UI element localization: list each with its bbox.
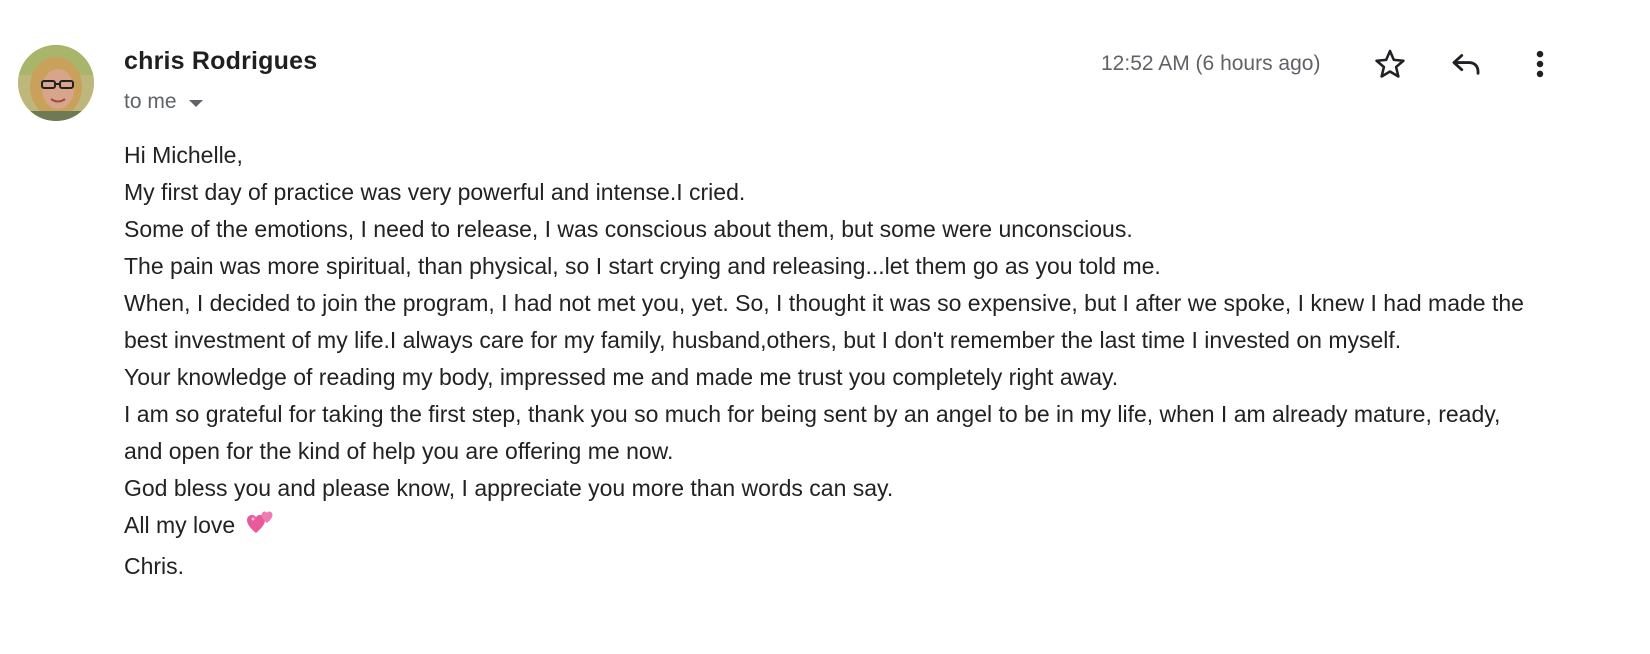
sender-name[interactable]: chris Rodrigues (124, 47, 317, 76)
body-line: When, I decided to join the program, I h… (124, 290, 1524, 353)
two-hearts-icon (246, 509, 276, 548)
star-icon (1375, 49, 1405, 78)
body-line: God bless you and please know, I appreci… (124, 475, 894, 501)
star-button[interactable] (1370, 44, 1410, 84)
body-closing-line: All my love (124, 507, 1544, 548)
body-greeting: Hi Michelle, (124, 142, 243, 168)
body-signature: Chris. (124, 553, 185, 579)
body-line: I am so grateful for taking the first st… (124, 401, 1501, 464)
more-options-button[interactable] (1520, 44, 1560, 84)
user-avatar-icon (18, 45, 94, 121)
email-message: chris Rodrigues to me 12:52 AM (6 hours … (0, 0, 1650, 654)
recipient-label: to me (124, 90, 177, 113)
more-vert-icon (1536, 50, 1544, 78)
reply-button[interactable] (1446, 44, 1486, 84)
body-line: The pain was more spiritual, than physic… (124, 253, 1161, 279)
recipient-details-toggle[interactable]: to me (124, 90, 203, 114)
chevron-down-icon[interactable] (188, 99, 203, 107)
body-line: Your knowledge of reading my body, impre… (124, 364, 1119, 390)
reply-icon (1452, 54, 1480, 75)
sender-avatar[interactable] (18, 45, 94, 121)
body-line: My first day of practice was very powerf… (124, 179, 746, 205)
body-closing: All my love (124, 512, 236, 538)
message-timestamp: 12:52 AM (6 hours ago) (1101, 52, 1321, 75)
body-line: Some of the emotions, I need to release,… (124, 216, 1133, 242)
message-body: Hi Michelle, My first day of practice wa… (124, 137, 1544, 585)
